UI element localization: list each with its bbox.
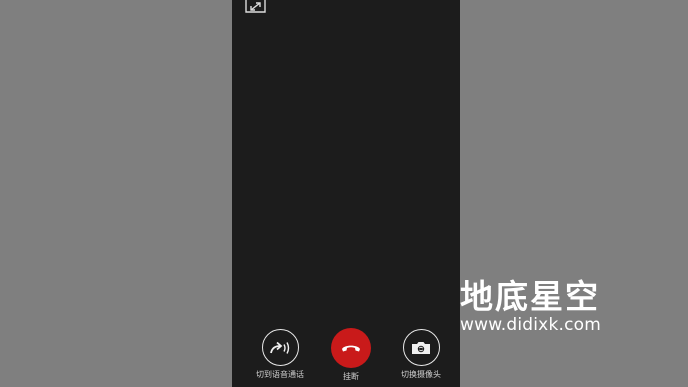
site-watermark: 地底星空 www.didixk.com [460, 277, 620, 336]
hangup-button[interactable] [331, 328, 371, 368]
switch-camera-label: 切换摄像头 [401, 370, 441, 379]
screen: 切到语音通话 挂断 切换摄像头 地底星空 www.didixk.com [0, 0, 688, 387]
hangup-label: 挂断 [343, 372, 359, 381]
switch-to-voice-label: 切到语音通话 [256, 370, 304, 379]
watermark-url: www.didixk.com [460, 315, 601, 335]
switch-to-voice-control: 切到语音通话 [242, 329, 318, 380]
voice-call-arrow-icon [270, 341, 290, 354]
switch-to-voice-button[interactable] [261, 329, 299, 366]
minimize-window-icon [245, 0, 266, 13]
minimize-window-button[interactable] [245, 0, 267, 14]
hangup-control: 挂断 [313, 328, 389, 382]
call-controls: 切到语音通话 挂断 切换摄像头 [232, 325, 460, 387]
switch-camera-button[interactable] [402, 329, 440, 366]
switch-camera-control: 切换摄像头 [383, 329, 459, 380]
video-call-screen: 切到语音通话 挂断 切换摄像头 [232, 0, 460, 387]
phone-hangup-icon [342, 345, 360, 352]
camera-switch-icon [412, 341, 430, 354]
watermark-title: 地底星空 [460, 277, 600, 316]
